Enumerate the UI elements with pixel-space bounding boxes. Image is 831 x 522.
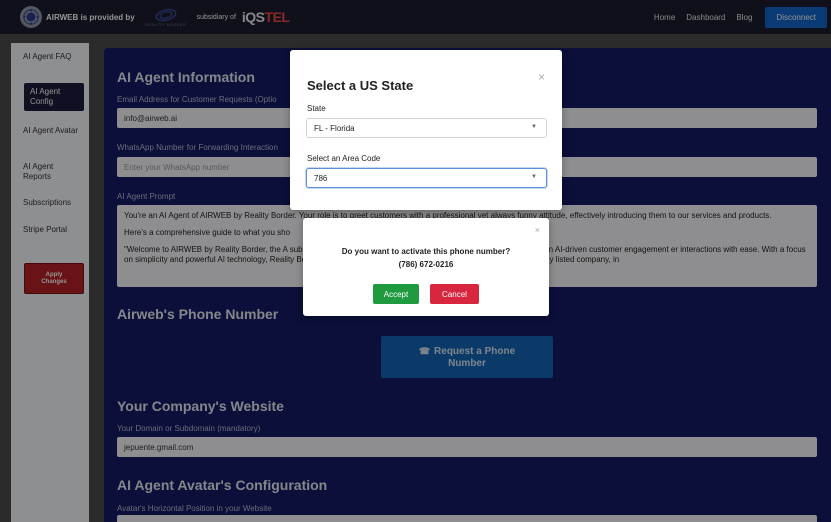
- cancel-button[interactable]: Cancel: [430, 284, 479, 304]
- accept-button[interactable]: Accept: [373, 284, 419, 304]
- area-code-label: Select an Area Code: [307, 154, 381, 163]
- state-label: State: [307, 104, 326, 113]
- chevron-down-icon: ▼: [531, 174, 537, 180]
- confirm-phone-number: (786) 672-0216: [398, 260, 454, 269]
- activate-number-dialog: × Do you want to activate this phone num…: [303, 218, 549, 316]
- state-select-value: FL - Florida: [314, 123, 355, 133]
- state-select[interactable]: FL - Florida ▼: [306, 118, 547, 138]
- select-state-modal: Select a US State × State FL - Florida ▼…: [290, 50, 562, 210]
- confirm-question: Do you want to activate this phone numbe…: [341, 247, 511, 256]
- area-code-select-value: 786: [314, 173, 328, 183]
- chevron-down-icon: ▼: [531, 124, 537, 130]
- modal-title: Select a US State: [307, 78, 414, 93]
- close-icon[interactable]: ×: [538, 70, 545, 84]
- area-code-select[interactable]: 786 ▼: [306, 168, 547, 188]
- close-icon[interactable]: ×: [535, 225, 540, 235]
